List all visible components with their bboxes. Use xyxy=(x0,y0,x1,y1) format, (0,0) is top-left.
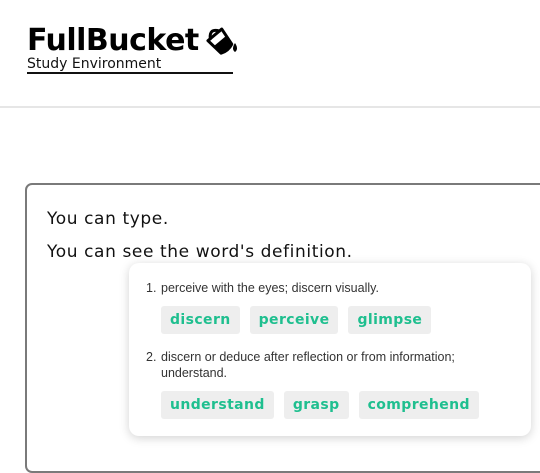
app-title: FullBucket xyxy=(27,23,199,58)
synonym-chip[interactable]: glimpse xyxy=(348,306,432,334)
definition-item: 2. discern or deduce after reflection or… xyxy=(146,349,516,381)
definition-popup: 1. perceive with the eyes; discern visua… xyxy=(129,263,531,436)
definition-item: 1. perceive with the eyes; discern visua… xyxy=(146,280,516,296)
synonym-chip[interactable]: discern xyxy=(161,306,240,334)
definition-text: discern or deduce after reflection or fr… xyxy=(161,350,455,380)
editor-line[interactable]: You can type. xyxy=(47,209,169,229)
synonym-chip[interactable]: comprehend xyxy=(358,391,479,419)
definition-number: 1. xyxy=(146,281,157,295)
synonym-chip[interactable]: perceive xyxy=(249,306,339,334)
editor-line[interactable]: You can see the word's definition. xyxy=(47,242,353,262)
logo[interactable]: FullBucket Study Environment xyxy=(27,23,237,74)
synonym-list: discern perceive glimpse xyxy=(161,306,432,334)
synonym-chip[interactable]: grasp xyxy=(283,391,349,419)
synonym-chip[interactable]: understand xyxy=(161,391,274,419)
app-header: FullBucket Study Environment xyxy=(0,0,540,108)
synonym-list: understand grasp comprehend xyxy=(161,391,479,419)
definition-number: 2. xyxy=(146,350,157,364)
app-subtitle: Study Environment xyxy=(27,56,162,72)
paint-bucket-icon xyxy=(205,25,241,57)
definition-text: perceive with the eyes; discern visually… xyxy=(161,281,379,295)
